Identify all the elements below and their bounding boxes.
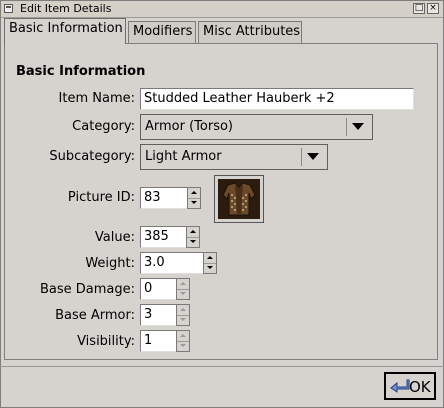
tab-modifiers[interactable]: Modifiers [128, 21, 196, 43]
decrement-icon[interactable] [177, 315, 189, 325]
visibility-label: Visibility: [77, 334, 135, 349]
spin-buttons[interactable] [186, 226, 200, 248]
ok-button[interactable]: OK [384, 372, 436, 400]
base-damage-label: Base Damage: [39, 282, 135, 297]
visibility-spinner[interactable]: 1 [140, 330, 191, 352]
category-label: Category: [72, 119, 135, 134]
base-damage-spinner[interactable]: 0 [140, 278, 191, 300]
decrement-icon[interactable] [177, 289, 189, 299]
decrement-icon[interactable] [188, 198, 200, 208]
return-arrow-icon [390, 379, 410, 393]
weight-input[interactable]: 3.0 [140, 252, 204, 274]
tab-basic-information[interactable]: Basic Information [4, 18, 126, 44]
item-name-input[interactable]: Studded Leather Hauberk +2 [140, 88, 414, 110]
visibility-input[interactable]: 1 [140, 330, 177, 352]
tab-misc-attributes[interactable]: Misc Attributes [198, 21, 302, 43]
weight-label: Weight: [85, 256, 135, 271]
picture-id-spinner[interactable]: 83 [140, 187, 202, 209]
spin-buttons[interactable] [187, 187, 201, 209]
spin-buttons[interactable] [176, 304, 190, 326]
chevron-down-icon[interactable] [307, 153, 319, 160]
decrement-icon[interactable] [187, 237, 199, 247]
leather-armor-picture-icon [218, 179, 260, 219]
value-label: Value: [94, 230, 135, 245]
base-armor-label: Base Armor: [55, 308, 135, 323]
footer-divider [0, 366, 444, 367]
item-name-label: Item Name: [58, 91, 135, 106]
spin-buttons[interactable] [176, 330, 190, 352]
ok-label: OK [409, 378, 431, 396]
subcategory-select[interactable]: Light Armor [140, 144, 328, 170]
section-title: Basic Information [16, 64, 146, 79]
spin-buttons[interactable] [203, 252, 217, 274]
decrement-icon[interactable] [177, 341, 189, 351]
decrement-icon[interactable] [204, 263, 216, 273]
item-picture[interactable] [214, 175, 264, 223]
picture-id-input[interactable]: 83 [140, 187, 188, 209]
close-button[interactable]: × [427, 3, 439, 14]
chevron-down-icon[interactable] [352, 123, 364, 130]
maximize-button[interactable]: □ [413, 3, 425, 14]
picture-id-label: Picture ID: [67, 190, 135, 205]
value-spinner[interactable]: 385 [140, 226, 201, 248]
weight-spinner[interactable]: 3.0 [140, 252, 218, 274]
title-bar[interactable]: Edit Item Details □ × [1, 1, 443, 18]
base-armor-input[interactable]: 3 [140, 304, 177, 326]
subcategory-label: Subcategory: [49, 149, 135, 164]
base-armor-spinner[interactable]: 3 [140, 304, 191, 326]
spin-buttons[interactable] [176, 278, 190, 300]
category-select[interactable]: Armor (Torso) [140, 114, 373, 140]
combo-separator [301, 148, 302, 166]
window-menu-icon[interactable] [4, 4, 13, 13]
window-title: Edit Item Details [20, 2, 112, 15]
subcategory-value: Light Armor [145, 149, 222, 164]
combo-separator [346, 118, 347, 136]
base-damage-input[interactable]: 0 [140, 278, 177, 300]
category-value: Armor (Torso) [145, 119, 234, 134]
value-input[interactable]: 385 [140, 226, 187, 248]
